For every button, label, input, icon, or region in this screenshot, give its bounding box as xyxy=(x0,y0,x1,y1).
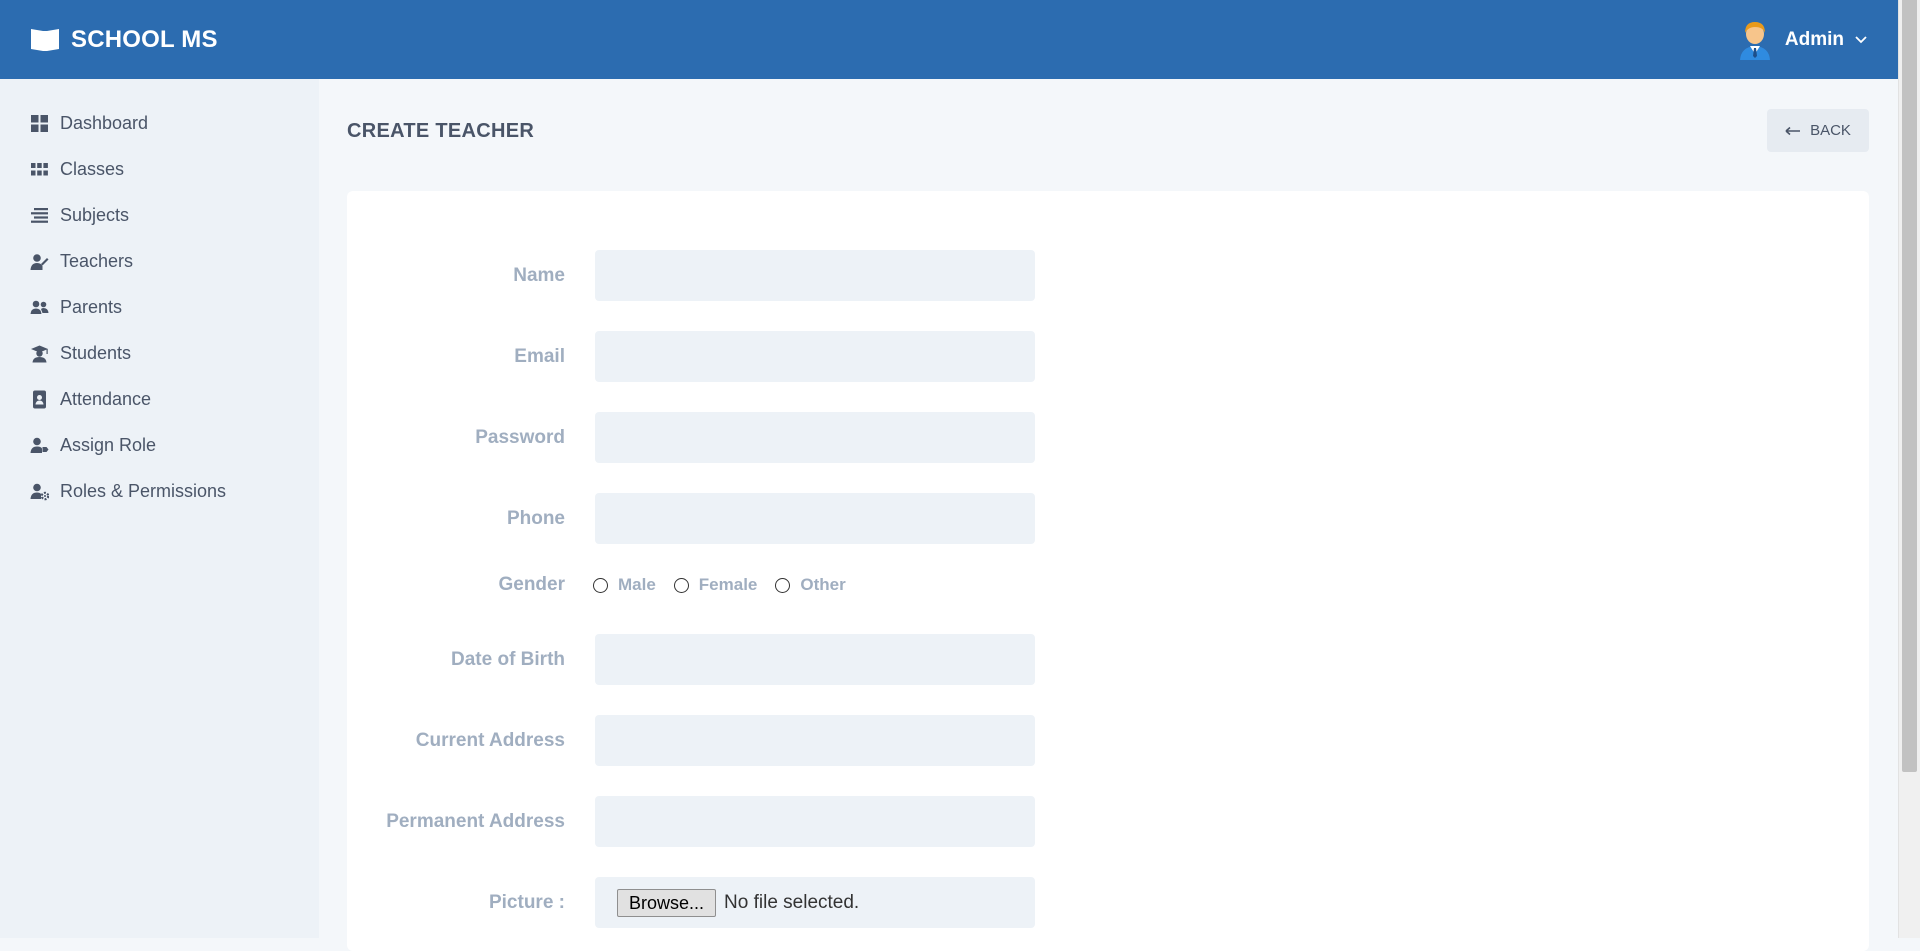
email-row: Email xyxy=(347,331,1347,382)
grid-icon xyxy=(31,162,48,175)
top-navbar: SCHOOL MS Admin xyxy=(0,0,1898,79)
page-title: CREATE TEACHER xyxy=(347,120,535,142)
email-label: Email xyxy=(514,346,565,367)
current-address-label: Current Address xyxy=(415,730,565,751)
gender-male-label[interactable]: Male xyxy=(618,575,656,595)
book-icon xyxy=(31,28,59,51)
sidebar: Dashboard Classes Subjects Teachers Pare… xyxy=(0,79,319,938)
picture-label: Picture : xyxy=(488,892,565,913)
gender-female-radio[interactable] xyxy=(673,577,689,593)
gender-radio-group: Male Female Other xyxy=(593,563,864,607)
sidebar-item-parents[interactable]: Parents xyxy=(0,284,319,330)
name-row: Name xyxy=(347,250,1347,301)
permanent-address-label: Permanent Address xyxy=(386,811,565,832)
gender-male-radio[interactable] xyxy=(593,577,608,593)
gender-other-label[interactable]: Other xyxy=(800,575,845,595)
current-address-input[interactable] xyxy=(595,715,1035,766)
sidebar-item-label: Attendance xyxy=(60,388,152,409)
user-cog-icon xyxy=(30,483,49,500)
main-content: CREATE TEACHER BACK Name Email Password … xyxy=(319,79,1898,951)
sidebar-item-label: Assign Role xyxy=(60,434,157,455)
permanent-address-row: Permanent Address xyxy=(347,796,1347,847)
email-input[interactable] xyxy=(595,331,1035,382)
file-status: No file selected. xyxy=(724,891,860,913)
picture-row: Picture : Browse... No file selected. xyxy=(347,877,1347,928)
sidebar-item-students[interactable]: Students xyxy=(0,330,319,376)
picture-file-input[interactable]: Browse... No file selected. xyxy=(595,877,1035,928)
arrow-left-icon xyxy=(1785,126,1801,135)
list-icon xyxy=(31,207,48,223)
current-address-row: Current Address xyxy=(347,715,1347,766)
scrollbar[interactable] xyxy=(1898,0,1920,938)
phone-label: Phone xyxy=(506,508,565,529)
sidebar-item-label: Roles & Permissions xyxy=(60,480,227,501)
password-label: Password xyxy=(475,427,565,448)
gender-label: Gender xyxy=(498,574,565,595)
dob-row: Date of Birth xyxy=(347,634,1347,685)
sidebar-item-label: Dashboard xyxy=(60,112,149,133)
sidebar-item-label: Teachers xyxy=(60,250,134,271)
user-name: Admin xyxy=(1784,28,1844,50)
sidebar-item-subjects[interactable]: Subjects xyxy=(0,192,319,238)
phone-row: Phone xyxy=(347,493,1347,544)
sidebar-item-attendance[interactable]: Attendance xyxy=(0,376,319,422)
password-row: Password xyxy=(347,412,1347,463)
teacher-icon xyxy=(30,253,49,270)
back-button[interactable]: BACK xyxy=(1767,109,1869,152)
sidebar-item-dashboard[interactable]: Dashboard xyxy=(0,100,319,146)
dob-input[interactable] xyxy=(595,634,1035,685)
sidebar-item-classes[interactable]: Classes xyxy=(0,146,319,192)
sidebar-item-label: Subjects xyxy=(60,204,130,225)
sidebar-item-label: Parents xyxy=(60,296,123,317)
sidebar-item-label: Classes xyxy=(60,158,125,179)
user-tag-icon xyxy=(30,437,49,453)
gender-row: Gender Male Female Other xyxy=(347,563,1347,607)
gender-female-label[interactable]: Female xyxy=(699,575,758,595)
permanent-address-input[interactable] xyxy=(595,796,1035,847)
graduation-cap-icon xyxy=(31,345,48,362)
password-input[interactable] xyxy=(595,412,1035,463)
browse-button[interactable]: Browse... xyxy=(617,888,717,917)
dashboard-icon xyxy=(31,114,48,132)
name-label: Name xyxy=(513,265,565,286)
sidebar-item-teachers[interactable]: Teachers xyxy=(0,238,319,284)
sidebar-item-roles-permissions[interactable]: Roles & Permissions xyxy=(0,468,319,514)
name-input[interactable] xyxy=(595,250,1035,301)
brand-name: SCHOOL MS xyxy=(71,25,218,53)
user-menu[interactable]: Admin xyxy=(1737,20,1868,60)
sidebar-item-label: Students xyxy=(60,342,132,363)
brand[interactable]: SCHOOL MS xyxy=(30,26,218,54)
users-icon xyxy=(30,300,49,314)
teacher-form: Name Email Password Phone Gender Male Fe… xyxy=(347,191,1869,951)
avatar xyxy=(1739,21,1770,60)
sidebar-item-assign-role[interactable]: Assign Role xyxy=(0,422,319,468)
gender-other-radio[interactable] xyxy=(775,577,791,593)
chevron-down-icon xyxy=(1855,35,1867,43)
id-badge-icon xyxy=(33,390,46,408)
scrollbar-thumb[interactable] xyxy=(1902,0,1917,772)
back-label: BACK xyxy=(1810,122,1851,139)
dob-label: Date of Birth xyxy=(451,649,565,670)
phone-input[interactable] xyxy=(595,493,1035,544)
